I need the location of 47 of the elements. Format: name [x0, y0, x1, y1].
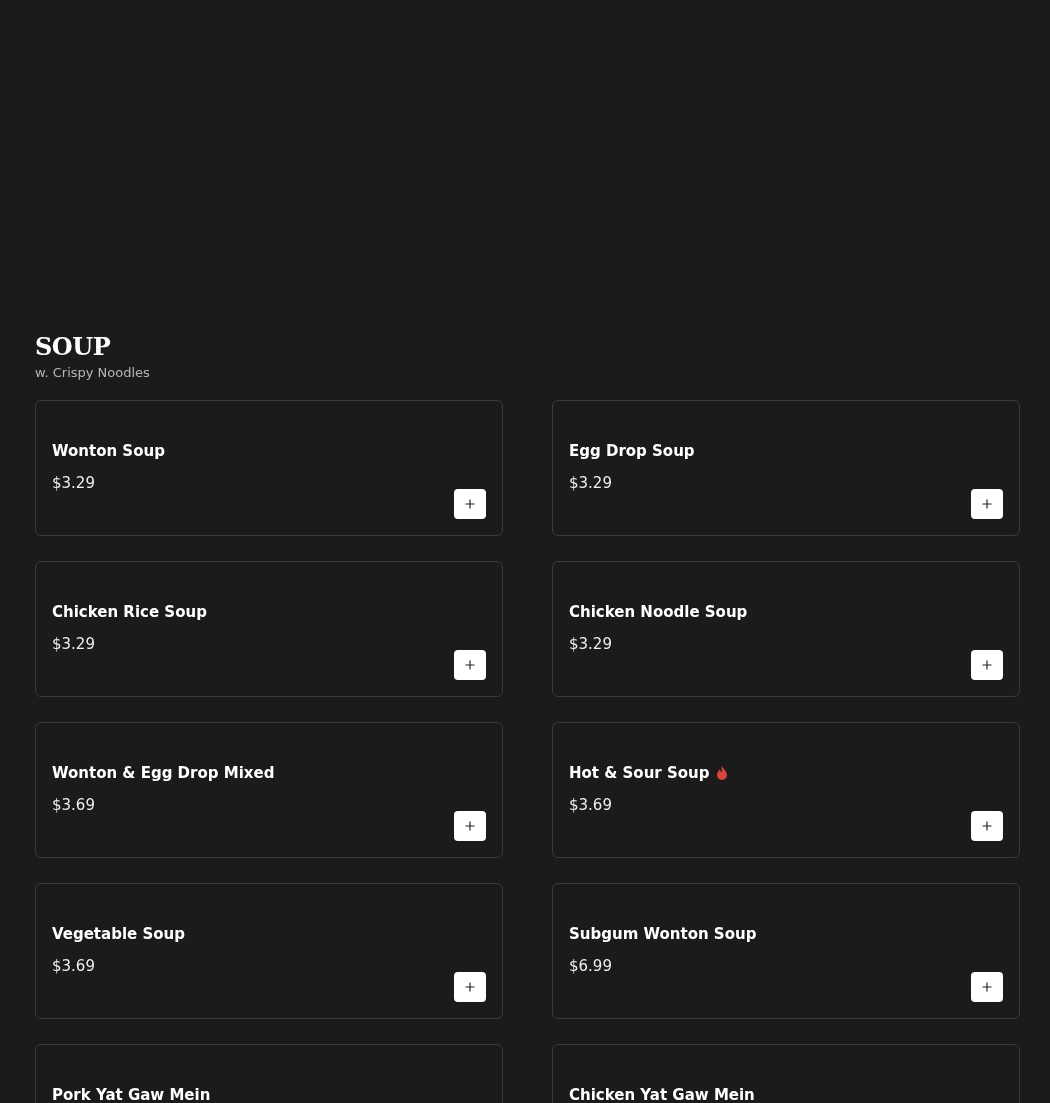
item-price: $3.69: [52, 796, 95, 814]
section-title: SOUP: [35, 333, 111, 361]
item-price: $6.99: [569, 957, 612, 975]
add-button[interactable]: [971, 650, 1003, 680]
item-price: $3.69: [52, 957, 95, 975]
add-button[interactable]: [454, 650, 486, 680]
add-button[interactable]: [971, 811, 1003, 841]
item-name: Vegetable Soup: [52, 924, 185, 944]
plus-icon: [980, 658, 994, 672]
menu-item-card[interactable]: Vegetable Soup $3.69: [35, 883, 503, 1019]
menu-item-card[interactable]: Egg Drop Soup $3.29: [552, 400, 1020, 536]
item-price: $3.69: [569, 796, 612, 814]
item-price: $3.29: [569, 474, 612, 492]
item-name: Chicken Yat Gaw Mein: [569, 1085, 755, 1103]
plus-icon: [980, 497, 994, 511]
add-button[interactable]: [454, 811, 486, 841]
item-price: $3.29: [569, 635, 612, 653]
menu-item-card[interactable]: Subgum Wonton Soup $6.99: [552, 883, 1020, 1019]
plus-icon: [463, 658, 477, 672]
item-name: Hot & Sour Soup: [569, 763, 710, 783]
item-name: Egg Drop Soup: [569, 441, 695, 461]
menu-item-card[interactable]: Chicken Yat Gaw Mein: [552, 1044, 1020, 1103]
item-name: Pork Yat Gaw Mein: [52, 1085, 211, 1103]
item-name: Subgum Wonton Soup: [569, 924, 757, 944]
plus-icon: [980, 819, 994, 833]
item-price: $3.29: [52, 635, 95, 653]
item-name: Wonton & Egg Drop Mixed: [52, 763, 275, 783]
menu-item-card[interactable]: Wonton Soup $3.29: [35, 400, 503, 536]
menu-item-card[interactable]: Chicken Noodle Soup $3.29: [552, 561, 1020, 697]
plus-icon: [463, 980, 477, 994]
plus-icon: [463, 497, 477, 511]
add-button[interactable]: [971, 489, 1003, 519]
menu-item-card[interactable]: Wonton & Egg Drop Mixed $3.69: [35, 722, 503, 858]
plus-icon: [463, 819, 477, 833]
add-button[interactable]: [971, 972, 1003, 1002]
item-price: $3.29: [52, 474, 95, 492]
add-button[interactable]: [454, 972, 486, 1002]
flame-icon: [715, 766, 728, 780]
item-name: Chicken Rice Soup: [52, 602, 207, 622]
item-name: Wonton Soup: [52, 441, 165, 461]
plus-icon: [980, 980, 994, 994]
menu-item-card[interactable]: Hot & Sour Soup $3.69: [552, 722, 1020, 858]
menu-item-card[interactable]: Pork Yat Gaw Mein: [35, 1044, 503, 1103]
item-name: Chicken Noodle Soup: [569, 602, 748, 622]
menu-item-card[interactable]: Chicken Rice Soup $3.29: [35, 561, 503, 697]
section-subtitle: w. Crispy Noodles: [35, 365, 150, 380]
add-button[interactable]: [454, 489, 486, 519]
